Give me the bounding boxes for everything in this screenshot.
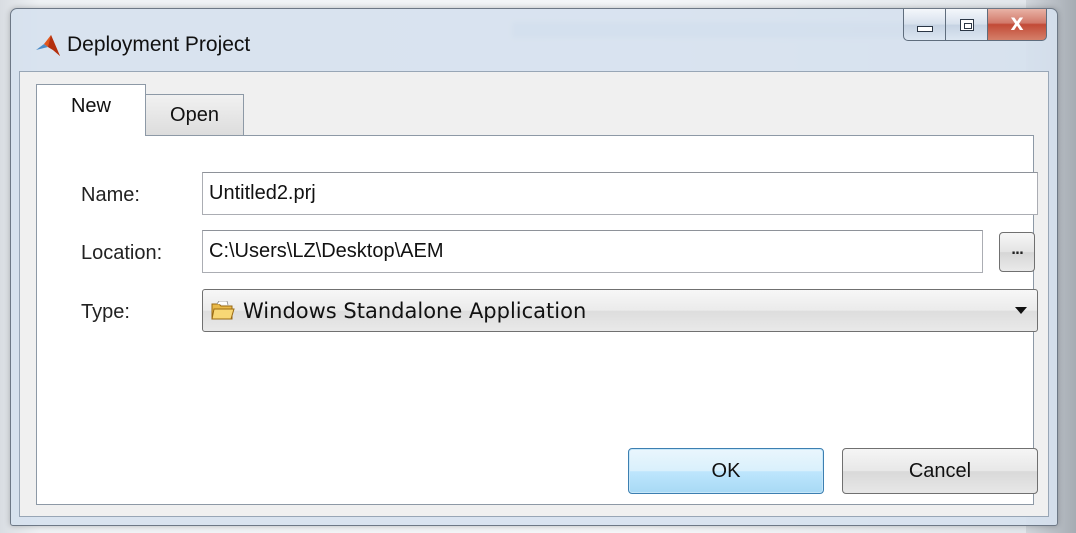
tab-new[interactable]: New [36, 84, 146, 136]
chevron-down-icon [1015, 307, 1027, 314]
window-title: Deployment Project [67, 33, 251, 56]
name-input[interactable]: Untitled2.prj [202, 172, 1038, 215]
deployment-project-dialog: Deployment Project X New Open Name: Unti… [10, 8, 1058, 526]
tab-open[interactable]: Open [146, 94, 244, 136]
type-dropdown[interactable]: Windows Standalone Application [202, 289, 1038, 332]
minimize-button[interactable] [903, 9, 945, 41]
ok-button[interactable]: OK [628, 448, 824, 494]
type-label: Type: [81, 301, 130, 323]
type-selected-value: Windows Standalone Application [243, 298, 587, 323]
cancel-button[interactable]: Cancel [842, 448, 1038, 494]
minimize-icon [916, 25, 933, 32]
dialog-body: New Open Name: Untitled2.prj Location: C… [19, 71, 1049, 517]
location-input[interactable]: C:\Users\LZ\Desktop\AEM [202, 230, 983, 273]
close-button[interactable]: X [987, 9, 1047, 41]
new-project-panel: Name: Untitled2.prj Location: C:\Users\L… [36, 135, 1038, 505]
folder-icon [211, 300, 235, 319]
maximize-icon [959, 18, 974, 31]
location-label: Location: [81, 242, 163, 264]
window-controls: X [903, 9, 1047, 47]
close-icon: X [1010, 14, 1024, 35]
matlab-logo-icon [36, 35, 60, 56]
name-label: Name: [81, 184, 140, 206]
browse-button[interactable]: ... [999, 232, 1035, 272]
title-bar[interactable]: Deployment Project X [11, 9, 1057, 71]
maximize-button[interactable] [945, 9, 987, 41]
